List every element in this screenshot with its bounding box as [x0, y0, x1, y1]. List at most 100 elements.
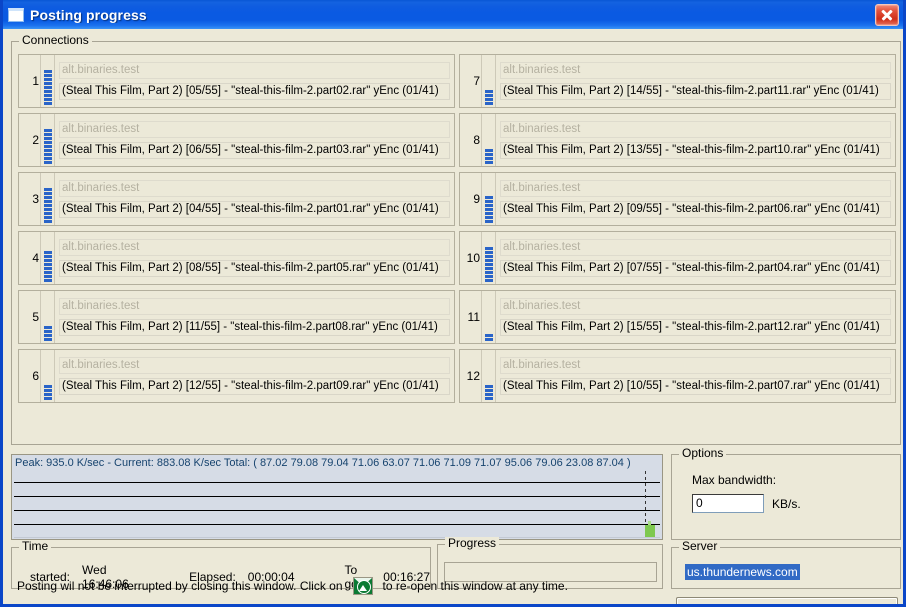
connection-number: 2	[19, 114, 41, 166]
progress-segment	[43, 192, 52, 195]
progress-segment	[43, 161, 52, 164]
connection-subject: (Steal This Film, Part 2) [05/55] - "ste…	[59, 83, 450, 100]
progress-segment	[484, 259, 493, 262]
progress-segment	[43, 157, 52, 160]
connection-number: 1	[19, 55, 41, 107]
connection-row: 2 alt.binaries.test (Steal This Film, Part…	[18, 113, 455, 167]
connection-progress-bar	[482, 350, 496, 402]
connection-row: 11 alt.binaries.test (Steal This Film, Par…	[459, 290, 896, 344]
connection-fields: alt.binaries.test (Steal This Film, Part …	[496, 173, 895, 225]
progress-segment	[484, 255, 493, 258]
connection-newsgroup: alt.binaries.test	[500, 357, 891, 374]
connection-fields: alt.binaries.test (Steal This Film, Part …	[496, 114, 895, 166]
progress-segment	[484, 385, 493, 388]
progress-segment	[43, 137, 52, 140]
connection-newsgroup: alt.binaries.test	[500, 239, 891, 256]
connection-progress-bar	[482, 114, 496, 166]
progress-segment	[43, 275, 52, 278]
progress-segment	[484, 334, 493, 337]
progress-legend: Progress	[445, 537, 500, 549]
progress-segment	[43, 212, 52, 215]
connection-newsgroup: alt.binaries.test	[59, 357, 450, 374]
progress-segment	[43, 385, 52, 388]
time-legend: Time	[19, 540, 52, 552]
connection-subject: (Steal This Film, Part 2) [12/55] - "ste…	[59, 378, 450, 395]
progress-segment	[43, 196, 52, 199]
options-group: Options Max bandwidth: 0 KB/s.	[671, 447, 901, 540]
connection-row: 5 alt.binaries.test (Steal This Film, Part…	[18, 290, 455, 344]
progress-segment	[484, 279, 493, 282]
footer-text-before: Posting wil not be interrupted by closin…	[17, 579, 343, 593]
progress-segment	[43, 129, 52, 132]
connection-newsgroup: alt.binaries.test	[59, 180, 450, 197]
progress-segment	[43, 188, 52, 191]
progress-segment	[43, 251, 52, 254]
connection-fields: alt.binaries.test (Steal This Film, Part …	[496, 291, 895, 343]
connection-newsgroup: alt.binaries.test	[59, 121, 450, 138]
connection-number: 5	[19, 291, 41, 343]
connection-progress-bar	[41, 55, 55, 107]
progress-segment	[484, 247, 493, 250]
progress-segment	[484, 94, 493, 97]
connection-newsgroup: alt.binaries.test	[59, 62, 450, 79]
progress-segment	[43, 78, 52, 81]
connection-progress-bar	[482, 232, 496, 284]
progress-segment	[43, 74, 52, 77]
connection-row: 7 alt.binaries.test (Steal This Film, Part…	[459, 54, 896, 108]
connection-subject: (Steal This Film, Part 2) [04/55] - "ste…	[59, 201, 450, 218]
connections-grid: 1 alt.binaries.test (Steal This Film, Part…	[18, 54, 896, 439]
connection-subject: (Steal This Film, Part 2) [13/55] - "ste…	[500, 142, 891, 159]
progress-segment	[43, 279, 52, 282]
speed-graph-panel: Peak: 935.0 K/sec - Current: 883.08 K/se…	[11, 454, 663, 540]
connection-fields: alt.binaries.test (Steal This Film, Part …	[55, 232, 454, 284]
connection-progress-bar	[41, 114, 55, 166]
progress-segment	[484, 149, 493, 152]
connection-row: 8 alt.binaries.test (Steal This Film, Part…	[459, 113, 896, 167]
progress-segment	[43, 141, 52, 144]
close-icon[interactable]	[875, 3, 899, 26]
title-bar[interactable]: Posting progress	[3, 0, 903, 29]
posting-progress-window: Posting progress Connections 1 alt.binari…	[0, 0, 906, 607]
connection-newsgroup: alt.binaries.test	[500, 62, 891, 79]
progress-segment	[484, 263, 493, 266]
footer-text-after: to re-open this window at any time.	[382, 579, 568, 593]
progress-segment	[43, 82, 52, 85]
newsreader-tray-icon[interactable]	[352, 577, 373, 595]
server-legend: Server	[679, 540, 721, 552]
connection-number: 10	[460, 232, 482, 284]
connection-number: 6	[19, 350, 41, 402]
connection-progress-bar	[41, 291, 55, 343]
max-bandwidth-input[interactable]: 0	[692, 494, 764, 513]
progress-segment	[484, 196, 493, 199]
connection-fields: alt.binaries.test (Steal This Film, Part …	[496, 55, 895, 107]
progress-segment	[43, 259, 52, 262]
progress-segment	[43, 98, 52, 101]
connection-subject: (Steal This Film, Part 2) [07/55] - "ste…	[500, 260, 891, 277]
progress-segment	[43, 204, 52, 207]
connection-row: 3 alt.binaries.test (Steal This Film, Part…	[18, 172, 455, 226]
progress-segment	[484, 161, 493, 164]
progress-segment	[484, 157, 493, 160]
progress-segment	[43, 90, 52, 93]
connections-legend: Connections	[19, 34, 92, 46]
connection-number: 7	[460, 55, 482, 107]
connection-progress-bar	[41, 232, 55, 284]
progress-segment	[43, 393, 52, 396]
progress-segment	[484, 338, 493, 341]
progress-segment	[484, 90, 493, 93]
options-legend: Options	[679, 447, 727, 459]
connection-subject: (Steal This Film, Part 2) [14/55] - "ste…	[500, 83, 891, 100]
connection-subject: (Steal This Film, Part 2) [10/55] - "ste…	[500, 378, 891, 395]
progress-segment	[484, 251, 493, 254]
progress-segment	[43, 94, 52, 97]
progress-segment	[43, 255, 52, 258]
progress-segment	[43, 326, 52, 329]
progress-segment	[43, 267, 52, 270]
connection-progress-bar	[41, 350, 55, 402]
connection-row: 12 alt.binaries.test (Steal This Film, Par…	[459, 349, 896, 403]
connection-subject: (Steal This Film, Part 2) [08/55] - "ste…	[59, 260, 450, 277]
progress-segment	[484, 102, 493, 105]
connection-row: 6 alt.binaries.test (Steal This Film, Part…	[18, 349, 455, 403]
connection-newsgroup: alt.binaries.test	[59, 239, 450, 256]
connection-number: 9	[460, 173, 482, 225]
